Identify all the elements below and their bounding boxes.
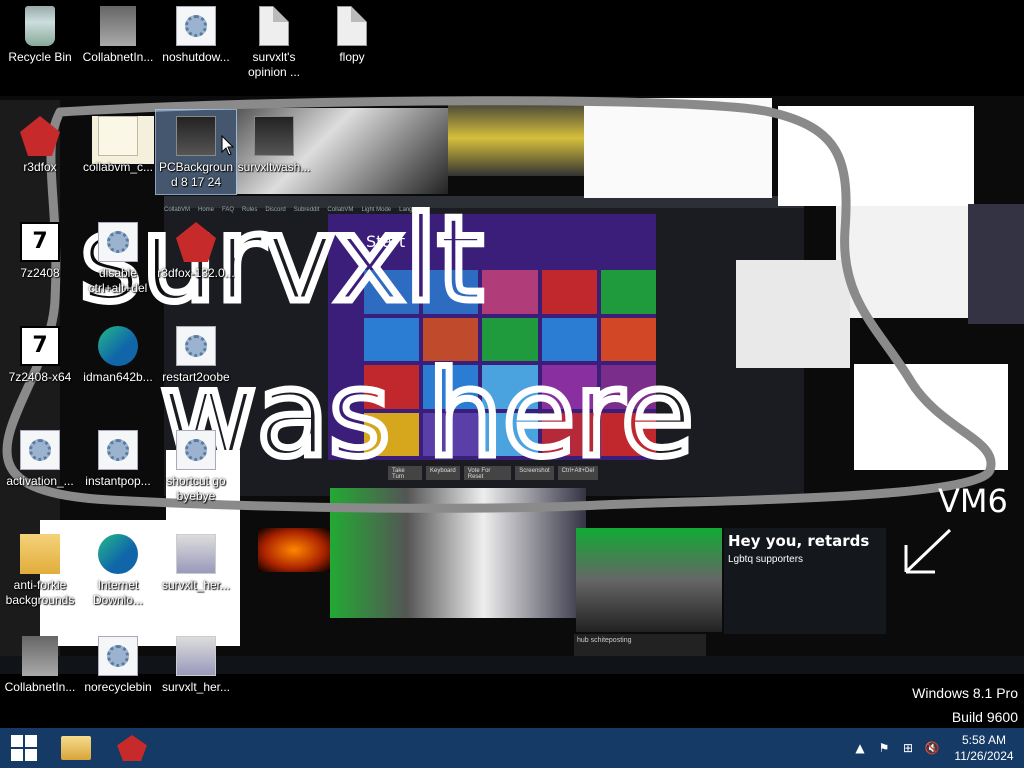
folder-icon	[20, 534, 60, 574]
document-icon	[259, 6, 289, 46]
wallpaper-tweet: Hey you, retards Lgbtq supporters	[724, 528, 886, 634]
idm-installer-icon	[98, 326, 138, 366]
wallpaper-collabvm-nav: CollabVM Home FAQ Rules Discord Subreddit Coll…	[164, 207, 429, 213]
recycle-bin-icon	[25, 6, 55, 46]
wallpaper-cars-collage	[330, 488, 586, 618]
7zip-icon: 7	[20, 222, 60, 262]
wallpaper-start-screen: Start	[328, 214, 656, 460]
idm-icon	[98, 534, 138, 574]
desktop-icon-anti-forkie-backgrounds[interactable]: anti-forkie backgrounds	[0, 534, 80, 608]
desktop-icon-7z2408[interactable]: 7 7z2408	[0, 222, 80, 281]
document-icon	[337, 6, 367, 46]
mouse-cursor-icon	[221, 135, 235, 156]
tweet-title: Hey you, retards	[728, 532, 870, 550]
settings-file-icon	[98, 222, 138, 262]
wallpaper-sketch	[836, 206, 968, 318]
windows-edition-watermark: Windows 8.1 Pro	[912, 685, 1018, 701]
wallpaper-comic	[584, 98, 772, 198]
r3dfox-icon	[176, 222, 216, 262]
wallpaper-screenshot	[968, 204, 1024, 324]
wallpaper-comic	[778, 106, 974, 206]
wallpaper-explosion-image	[258, 528, 330, 572]
tweet-subtitle: Lgbtq supporters	[728, 554, 804, 565]
start-button[interactable]	[0, 728, 48, 768]
desktop-icon-r3dfox-installer[interactable]: r3dfox-132.0...	[156, 222, 236, 281]
desktop-icon-restart2oobe[interactable]: restart2oobe	[156, 326, 236, 385]
wallpaper-vm-buttons: Take Turn Keyboard Vote For Reset Screensho…	[388, 466, 598, 480]
desktop-icon-idman-installer[interactable]: idman642b...	[78, 326, 158, 385]
desktop-icon-r3dfox[interactable]: r3dfox	[0, 116, 80, 175]
screenshot-icon	[176, 534, 216, 574]
taskbar-file-explorer[interactable]	[48, 728, 104, 768]
certificate-icon	[98, 116, 138, 156]
wallpaper-photo	[448, 100, 584, 176]
desktop-icon-activation[interactable]: activation_...	[0, 430, 80, 489]
system-tray: ▲ ⚑ ⊞ 🔇 5:58 AM 11/26/2024	[848, 728, 1024, 768]
computer-icon	[100, 6, 136, 46]
action-center-flag-icon[interactable]: ⚑	[872, 728, 896, 768]
settings-file-icon	[98, 636, 138, 676]
volume-muted-icon[interactable]: 🔇	[920, 728, 944, 768]
settings-file-icon	[176, 430, 216, 470]
network-icon[interactable]: ⊞	[896, 728, 920, 768]
desktop-icon-collabnet-installer[interactable]: CollabnetIn...	[78, 6, 158, 65]
clock-time: 5:58 AM	[961, 733, 1007, 747]
desktop-icon-survxlt-opinion[interactable]: survxlt's opinion ...	[234, 6, 314, 80]
desktop-icon-instantpop[interactable]: instantpop...	[78, 430, 158, 489]
desktop-icon-survxlt-here-2[interactable]: survxlt_her...	[156, 636, 236, 695]
wallpaper-paint-drawing	[854, 364, 1008, 470]
settings-file-icon	[20, 430, 60, 470]
taskbar-clock[interactable]: 5:58 AM 11/26/2024	[944, 732, 1024, 764]
windows-build-watermark: Build 9600	[951, 709, 1018, 725]
file-explorer-icon	[61, 736, 91, 760]
desktop-icon-7z2408-x64[interactable]: 7 7z2408-x64	[0, 326, 80, 385]
desktop-icon-internet-download-manager[interactable]: Internet Downlo...	[78, 534, 158, 608]
clock-date: 11/26/2024	[954, 749, 1014, 763]
taskbar: ▲ ⚑ ⊞ 🔇 5:58 AM 11/26/2024	[0, 728, 1024, 768]
wallpaper-dirt-game	[576, 528, 722, 632]
r3dfox-icon	[20, 116, 60, 156]
screenshot-icon	[176, 636, 216, 676]
desktop-icon-survxlt-here[interactable]: survxlt_her...	[156, 534, 236, 593]
7zip-icon: 7	[20, 326, 60, 366]
settings-file-icon	[176, 326, 216, 366]
wallpaper-robot-photo	[736, 260, 850, 368]
desktop-icon-collabnet-installer-2[interactable]: CollabnetIn...	[0, 636, 80, 695]
settings-file-icon	[98, 430, 138, 470]
show-hidden-icons-chevron-icon[interactable]: ▲	[848, 728, 872, 768]
image-thumbnail-icon	[254, 116, 294, 156]
desktop-icon-shortcut-go-byebye[interactable]: shortcut go byebye	[156, 430, 236, 504]
settings-file-icon	[176, 6, 216, 46]
taskbar-r3dfox[interactable]	[104, 728, 160, 768]
desktop-icon-survxltwash[interactable]: survxltwash...	[234, 116, 314, 175]
desktop-icon-recycle-bin[interactable]: Recycle Bin	[0, 6, 80, 65]
windows-logo-icon	[11, 735, 37, 761]
desktop-icon-flopy[interactable]: flopy	[312, 6, 392, 65]
image-thumbnail-icon	[176, 116, 216, 156]
desktop-icon-noshutdown[interactable]: noshutdow...	[156, 6, 236, 65]
start-screen-label: Start	[366, 232, 406, 251]
desktop-icon-disable-cad[interactable]: disable ctrl+alt+del	[78, 222, 158, 296]
desktop-icon-collabvm-cert[interactable]: collabvm_c...	[78, 116, 158, 175]
computer-icon	[22, 636, 58, 676]
desktop-icon-norecyclebin[interactable]: norecyclebin	[78, 636, 158, 695]
r3dfox-icon	[117, 735, 147, 761]
start-tiles	[364, 270, 656, 456]
